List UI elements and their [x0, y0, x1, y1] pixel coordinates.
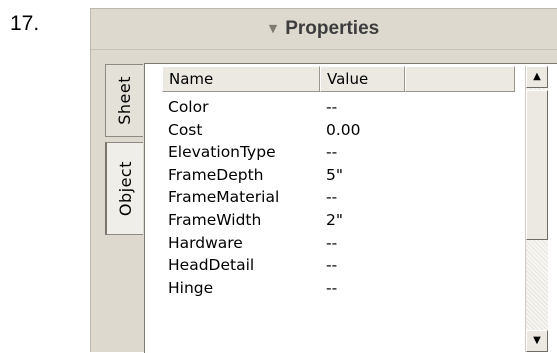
panel-header[interactable]: ▼ Properties: [91, 9, 557, 50]
arrow-up-icon[interactable]: ▲: [526, 66, 548, 88]
property-value[interactable]: --: [326, 256, 337, 274]
panel-title: Properties: [285, 18, 380, 39]
property-value[interactable]: --: [326, 234, 337, 252]
tab-object[interactable]: Object: [105, 142, 143, 235]
column-header-value[interactable]: Value: [320, 66, 405, 92]
property-value[interactable]: 5": [326, 166, 343, 184]
property-name: HeadDetail: [168, 256, 255, 275]
property-value[interactable]: --: [326, 98, 337, 116]
triangle-down-icon[interactable]: ▼: [269, 22, 277, 35]
property-name: Cost: [168, 120, 203, 139]
property-value[interactable]: --: [326, 188, 337, 206]
property-name: FrameMaterial: [168, 188, 280, 207]
tab-sheet[interactable]: Sheet: [105, 64, 143, 137]
step-number: 17.: [10, 12, 40, 35]
property-value[interactable]: 2": [326, 211, 343, 229]
property-value[interactable]: --: [326, 279, 337, 297]
arrow-down-icon[interactable]: ▼: [526, 330, 548, 352]
properties-panel: ▼ Properties Sheet Object Name Value Col…: [90, 8, 557, 353]
vertical-scrollbar[interactable]: ▲ ▼: [525, 66, 548, 352]
property-name: Hinge: [168, 278, 214, 297]
property-name: FrameDepth: [168, 165, 264, 184]
property-grid: Name Value Color -- Cost 0.00 ElevationT…: [144, 63, 557, 353]
column-header-empty[interactable]: [405, 66, 515, 92]
tab-object-label: Object: [115, 160, 135, 217]
column-header-name[interactable]: Name: [162, 66, 320, 92]
property-name: ElevationType: [168, 143, 276, 162]
property-name: Hardware: [168, 233, 243, 252]
property-name: Color: [168, 98, 209, 116]
scrollbar-thumb[interactable]: [526, 90, 548, 240]
property-value[interactable]: --: [326, 143, 337, 161]
property-name: FrameWidth: [168, 210, 262, 229]
property-value[interactable]: 0.00: [326, 121, 361, 139]
tab-sheet-label: Sheet: [115, 76, 134, 125]
